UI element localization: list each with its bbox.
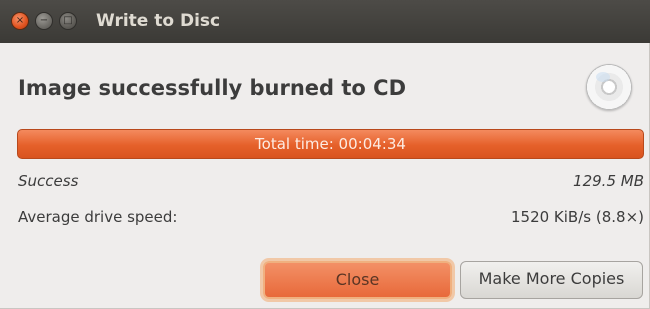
progress-label: Total time: 00:04:34 xyxy=(255,135,406,153)
window-maximize-button[interactable]: □ xyxy=(59,12,77,30)
speed-label: Average drive speed: xyxy=(18,208,178,226)
make-more-copies-button[interactable]: Make More Copies xyxy=(460,261,643,299)
close-icon: × xyxy=(15,15,25,26)
minimize-icon: − xyxy=(39,15,49,26)
speed-row: Average drive speed: 1520 KiB/s (8.8×) xyxy=(18,208,644,226)
status-row: Success 129.5 MB xyxy=(18,172,644,190)
status-size: 129.5 MB xyxy=(573,172,644,190)
close-button[interactable]: Close xyxy=(263,261,452,299)
progress-bar: Total time: 00:04:34 xyxy=(17,129,644,159)
window-close-button[interactable]: × xyxy=(11,12,29,30)
write-to-disc-window: × − □ Write to Disc Image successfully b… xyxy=(0,0,650,309)
dialog-heading: Image successfully burned to CD xyxy=(18,76,407,100)
title-bar[interactable]: × − □ Write to Disc xyxy=(0,0,650,43)
status-label: Success xyxy=(18,172,79,190)
window-minimize-button[interactable]: − xyxy=(35,12,53,30)
speed-value: 1520 KiB/s (8.8×) xyxy=(510,208,644,226)
maximize-icon: □ xyxy=(63,15,73,26)
window-title: Write to Disc xyxy=(96,11,221,31)
cd-disc-icon xyxy=(586,64,632,110)
